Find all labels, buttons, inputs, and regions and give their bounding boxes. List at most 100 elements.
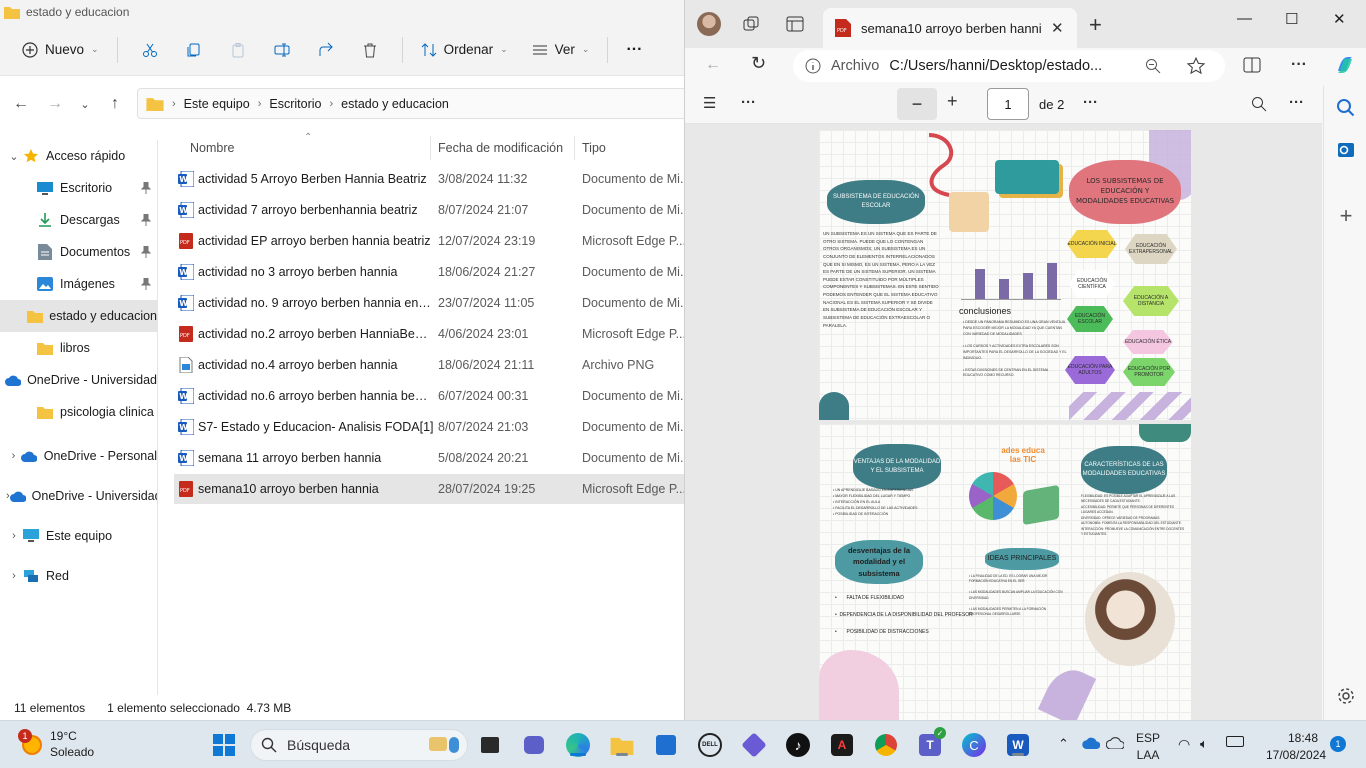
refresh-button[interactable]: ↻ (751, 53, 766, 74)
close-tab-icon[interactable]: ✕ (1051, 19, 1064, 37)
workspaces-icon[interactable] (741, 14, 761, 34)
nav-item-desktop[interactable]: Escritorio (0, 172, 157, 204)
task-view-button[interactable] (476, 731, 504, 759)
outlook-icon[interactable] (1336, 140, 1356, 160)
paste-button[interactable] (221, 33, 255, 67)
dell-button[interactable]: DELL (696, 731, 724, 759)
store-button[interactable] (652, 731, 680, 759)
breadcrumb-item[interactable]: estado y educacion (341, 97, 449, 111)
table-row[interactable]: PDF semana10 arroyo berben hannia 28/07/20… (174, 474, 686, 504)
chrome-button[interactable] (872, 731, 900, 759)
pdf-more-button[interactable]: ··· (1083, 94, 1098, 111)
avatar[interactable] (697, 12, 721, 36)
nav-item-network[interactable]: › Red (0, 556, 157, 596)
zoom-in-button[interactable]: + (947, 91, 958, 112)
zoom-out-icon[interactable] (1145, 58, 1161, 74)
pdf-viewer[interactable]: SUBSISTEMA DE EDUCACIÓN ESCOLAR LOS SUBS… (685, 124, 1322, 720)
table-row[interactable]: Wactividad no.6 arroyo berben hannia bea… (174, 381, 686, 411)
nav-item-onedrive-universidad[interactable]: OneDrive - Universidad (0, 364, 157, 396)
canva-button[interactable]: C (960, 731, 988, 759)
view-button[interactable]: Ver ⌄ (524, 33, 598, 67)
breadcrumb-item[interactable]: Este equipo (184, 97, 250, 111)
weather-widget[interactable]: 1 19°C Soleado (18, 728, 94, 760)
battery-icon[interactable] (1226, 736, 1244, 747)
column-type[interactable]: Tipo (582, 141, 606, 155)
search-icon[interactable] (1336, 98, 1356, 118)
split-screen-icon[interactable] (1243, 56, 1261, 74)
taskbar-search[interactable]: Búsqueda (250, 729, 468, 761)
settings-more-button[interactable]: ··· (1291, 56, 1307, 74)
new-tab-button[interactable]: + (1089, 12, 1102, 38)
maximize-button[interactable]: ☐ (1285, 10, 1298, 28)
nav-item-documents[interactable]: Documentos (0, 236, 157, 268)
back-button[interactable]: ← (705, 56, 721, 74)
nav-item-onedrive-personal[interactable]: › OneDrive - Personal (0, 436, 157, 476)
nav-item-quick-access[interactable]: ⌄ Acceso rápido (0, 140, 157, 172)
column-divider[interactable] (574, 136, 575, 160)
nav-item-this-pc[interactable]: › Este equipo (0, 516, 157, 556)
tray-overflow-button[interactable]: ⌃ (1058, 736, 1069, 752)
column-date[interactable]: Fecha de modificación (438, 141, 563, 155)
table-row[interactable]: PDF actividad no.2 arroyo berben HanniaBe… (174, 319, 686, 349)
minimize-button[interactable]: — (1237, 10, 1252, 27)
onedrive-personal-icon[interactable] (1106, 737, 1124, 749)
tiktok-button[interactable]: ♪ (784, 731, 812, 759)
add-sidebar-app-button[interactable]: + (1336, 203, 1356, 228)
volume-icon[interactable]: 🔈︎ (1200, 736, 1208, 752)
breadcrumb-item[interactable]: Escritorio (269, 97, 321, 111)
pdf-options-button[interactable]: ··· (1289, 94, 1304, 111)
breadcrumb[interactable]: › Este equipo › Escritorio › estado y ed… (137, 88, 697, 119)
table-row[interactable]: actividad no.4 arroyo berben hannia 18/06… (174, 350, 684, 380)
column-divider[interactable] (430, 136, 431, 160)
nav-item-onedrive-universidad-root[interactable]: › OneDrive - Universidad (0, 476, 157, 516)
share-button[interactable] (309, 33, 343, 67)
gear-icon[interactable] (1336, 686, 1356, 706)
table-row[interactable]: Wsemana 11 arroyo berben hannia 5/08/2024… (174, 443, 686, 473)
table-row[interactable]: Wactividad no 3 arroyo berben hannia 18/0… (174, 257, 686, 287)
new-button[interactable]: Nuevo ⌄ (14, 33, 107, 67)
file-explorer-taskbar-button[interactable] (608, 731, 636, 759)
search-icon[interactable] (1251, 96, 1267, 112)
onedrive-cloud-icon[interactable] (1082, 737, 1100, 749)
notification-count[interactable]: 1 (1330, 736, 1346, 752)
nav-item-libros[interactable]: libros (0, 332, 157, 364)
table-row[interactable]: Wactividad 7 arroyo berbenhannia beatriz… (174, 195, 686, 225)
forward-button[interactable]: → (38, 95, 72, 113)
table-row[interactable]: Wactividad no. 9 arroyo berben hannia en… (174, 288, 686, 318)
rename-button[interactable] (265, 33, 299, 67)
word-button[interactable]: W (1004, 731, 1032, 759)
pdf-more-left-button[interactable]: ··· (741, 94, 756, 111)
nav-item-images[interactable]: Imágenes (0, 268, 157, 300)
copy-button[interactable] (177, 33, 211, 67)
contents-button[interactable]: ☰ (703, 94, 716, 112)
zoom-out-button[interactable]: − (897, 88, 937, 120)
page-number-input[interactable]: 1 (987, 88, 1029, 120)
up-button[interactable]: ↑ (98, 95, 132, 113)
tab-pdf[interactable]: PDF semana10 arroyo berben hannia ✕ (823, 8, 1077, 48)
acrobat-button[interactable]: A (828, 731, 856, 759)
cut-button[interactable] (133, 33, 167, 67)
nav-item-downloads[interactable]: Descargas (0, 204, 157, 236)
app-button[interactable] (740, 731, 768, 759)
tab-actions-icon[interactable] (785, 14, 805, 34)
more-options-button[interactable]: ··· (618, 33, 650, 67)
url-field[interactable]: Archivo C:/Users/hanni/Desktop/estado... (793, 50, 1225, 82)
start-button[interactable] (210, 731, 238, 759)
close-window-button[interactable]: ✕ (1333, 10, 1346, 28)
explorer-title-bar[interactable]: estado y educacion (0, 0, 684, 24)
column-name[interactable]: Nombre (190, 141, 234, 155)
nav-item-estado-y-educacion[interactable]: estado y educacion (0, 300, 157, 332)
table-row[interactable]: Wactividad 5 Arroyo Berben Hannia Beatri… (174, 164, 686, 194)
language-indicator[interactable]: ESP LAA (1136, 730, 1160, 764)
table-row[interactable]: PDF actividad EP arroyo berben hannia bea… (174, 226, 686, 256)
table-row[interactable]: W S7- Estado y Educacion- Analisis FODA[1… (174, 412, 686, 442)
clock[interactable]: 18:48 17/08/2024 (1266, 730, 1326, 764)
copilot-icon[interactable] (1333, 53, 1357, 77)
favorite-star-icon[interactable] (1187, 57, 1206, 75)
sort-button[interactable]: Ordenar ⌄ (413, 33, 516, 67)
nav-item-psicologia-clinica[interactable]: psicologia clinica (0, 396, 157, 428)
delete-button[interactable] (353, 33, 387, 67)
wifi-icon[interactable]: ◠ (1178, 736, 1190, 753)
edge-taskbar-button[interactable] (564, 731, 592, 759)
back-button[interactable]: ← (4, 95, 38, 113)
